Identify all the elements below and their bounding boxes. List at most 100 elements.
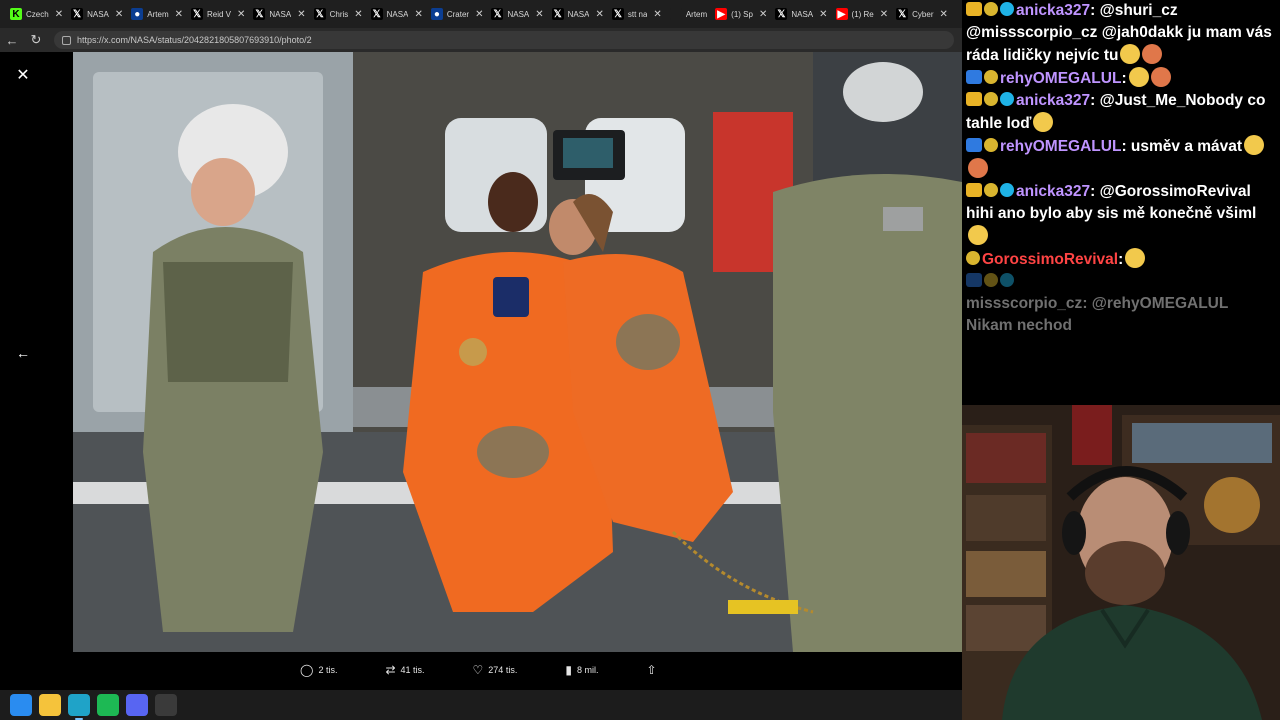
chat-message: GorossimoRevival: (966, 248, 1276, 271)
back-button[interactable]: ← (0, 28, 24, 52)
tab-title: NASA (567, 9, 590, 19)
tab-favicon (669, 8, 682, 20)
tab-title: NASA (386, 9, 409, 19)
browser-tab[interactable]: Artem (666, 3, 711, 25)
browser-tab[interactable]: 𝕏 NASA ✕ (771, 3, 831, 25)
tab-title: (1) Re (851, 9, 874, 19)
tab-title: Artem (685, 9, 708, 19)
tab-title: NASA (269, 9, 292, 19)
tab-close-icon[interactable]: ✕ (880, 9, 888, 20)
pepe-badge-icon (984, 273, 998, 287)
chat-message: anicka327: @GorossimoRevival hihi ano by… (966, 181, 1276, 248)
obs-icon[interactable] (155, 694, 177, 716)
browser-tab[interactable]: 𝕏 Cyber ✕ (892, 3, 952, 25)
x-icon: 𝕏 (253, 8, 266, 20)
photo-viewer: ✕ ← ◯ 2 tis. ⇄ 41 tis. ♡ 274 tis. ▮ 8 mi… (0, 52, 962, 690)
chat-text: : usměv a mávat (1121, 138, 1243, 155)
tab-title: Chris (329, 9, 349, 19)
gem-badge-icon (1000, 2, 1014, 16)
like-action[interactable]: ♡ 274 tis. (473, 663, 518, 677)
webcam-scene (962, 405, 1280, 720)
chat-username[interactable]: rehyOMEGALUL (1000, 138, 1121, 155)
tab-close-icon[interactable]: ✕ (115, 9, 123, 20)
photo-scene (73, 52, 962, 652)
chat-username[interactable]: rehyOMEGALUL (1000, 70, 1121, 87)
tab-close-icon[interactable]: ✕ (475, 9, 483, 20)
tweet-actions: ◯ 2 tis. ⇄ 41 tis. ♡ 274 tis. ▮ 8 mil. ⇧ (300, 660, 710, 680)
tab-close-icon[interactable]: ✕ (237, 9, 245, 20)
browser-tab[interactable]: 𝕏 NASA ✕ (367, 3, 427, 25)
browser-tab[interactable]: K Czech ✕ (6, 3, 67, 25)
crown-badge-icon (966, 183, 982, 197)
tab-title: NASA (87, 9, 109, 19)
browser-tab[interactable]: ▶ (1) Sp ✕ (711, 3, 771, 25)
repost-icon: ⇄ (385, 663, 396, 677)
chat-username[interactable]: anicka327 (1016, 92, 1090, 109)
browser-tab[interactable]: ● Crater ✕ (427, 3, 488, 25)
chat-username[interactable]: anicka327 (1016, 183, 1090, 200)
emote-icon (1150, 67, 1171, 87)
spotify-icon[interactable] (97, 694, 119, 716)
browser-tab[interactable]: 𝕏 Reid V ✕ (187, 3, 249, 25)
tab-title: (1) Sp (731, 9, 753, 19)
tab-title: NASA (507, 9, 530, 19)
nasa-icon: ● (131, 8, 144, 20)
browser-tab[interactable]: ▶ (1) Re ✕ (832, 3, 893, 25)
tab-close-icon[interactable]: ✕ (653, 9, 661, 20)
address-bar[interactable]: https://x.com/NASA/status/20428218058076… (54, 31, 954, 49)
emote-icon (968, 225, 988, 245)
tweet-photo[interactable] (73, 52, 962, 652)
action-count: 2 tis. (318, 665, 338, 675)
tab-close-icon[interactable]: ✕ (535, 9, 543, 20)
reply-action[interactable]: ◯ 2 tis. (300, 663, 337, 677)
tab-close-icon[interactable]: ✕ (819, 9, 827, 20)
webcam-feed (962, 405, 1280, 720)
edge-icon[interactable] (68, 694, 90, 720)
tab-title: NASA (791, 9, 814, 19)
browser-tab[interactable]: 𝕏 NASA ✕ (67, 3, 127, 25)
k-icon: K (10, 8, 22, 20)
chat-username[interactable]: anicka327 (1016, 2, 1090, 19)
browser-tab[interactable]: 𝕏 NASA ✕ (548, 3, 608, 25)
reload-button[interactable]: ↻ (24, 28, 48, 52)
file-explorer-icon[interactable] (39, 694, 61, 716)
nasa-icon: ● (430, 8, 443, 20)
tab-close-icon[interactable]: ✕ (55, 9, 63, 20)
browser-tab[interactable]: 𝕏 Chris ✕ (310, 3, 367, 25)
pepe-badge-icon (984, 2, 998, 16)
gem-badge-icon (1000, 273, 1014, 287)
tab-close-icon[interactable]: ✕ (175, 9, 183, 20)
youtube-icon: ▶ (715, 8, 728, 20)
crown-badge-icon (966, 92, 982, 106)
gem-badge-icon (1000, 183, 1014, 197)
tab-title: Czech (26, 9, 49, 19)
tab-close-icon[interactable]: ✕ (297, 9, 305, 20)
tab-close-icon[interactable]: ✕ (414, 9, 422, 20)
tab-close-icon[interactable]: ✕ (354, 9, 362, 20)
chat-username[interactable]: GorossimoRevival (982, 251, 1118, 268)
site-info-icon[interactable] (62, 35, 71, 45)
views-action[interactable]: ▮ 8 mil. (565, 663, 598, 677)
action-count: 8 mil. (576, 665, 599, 675)
browser-tab[interactable]: ● Artem ✕ (127, 3, 187, 25)
close-button[interactable]: ✕ (12, 64, 34, 86)
windows-start-icon[interactable] (10, 694, 32, 716)
previous-photo-button[interactable]: ← (12, 342, 34, 364)
browser-tab[interactable]: 𝕏stt na ✕ (608, 3, 666, 25)
windows-taskbar (0, 690, 962, 720)
action-count: 41 tis. (400, 665, 425, 675)
x-icon: 𝕏 (71, 8, 84, 20)
repost-action[interactable]: ⇄ 41 tis. (385, 663, 424, 677)
emote-icon (1142, 44, 1163, 64)
tab-close-icon[interactable]: ✕ (595, 9, 603, 20)
share-action[interactable]: ⇧ (646, 663, 661, 677)
browser-tab[interactable]: 𝕏 NASA ✕ (487, 3, 547, 25)
tab-close-icon[interactable]: ✕ (940, 9, 948, 20)
tab-title: Cyber (912, 9, 934, 19)
tab-close-icon[interactable]: ✕ (759, 9, 767, 20)
crown-badge-icon (966, 2, 982, 16)
browser-tab[interactable]: 𝕏 NASA ✕ (249, 3, 309, 25)
chat-username[interactable]: missscorpio_cz (966, 295, 1082, 312)
discord-icon[interactable] (126, 694, 148, 716)
emote-icon (1033, 112, 1054, 132)
